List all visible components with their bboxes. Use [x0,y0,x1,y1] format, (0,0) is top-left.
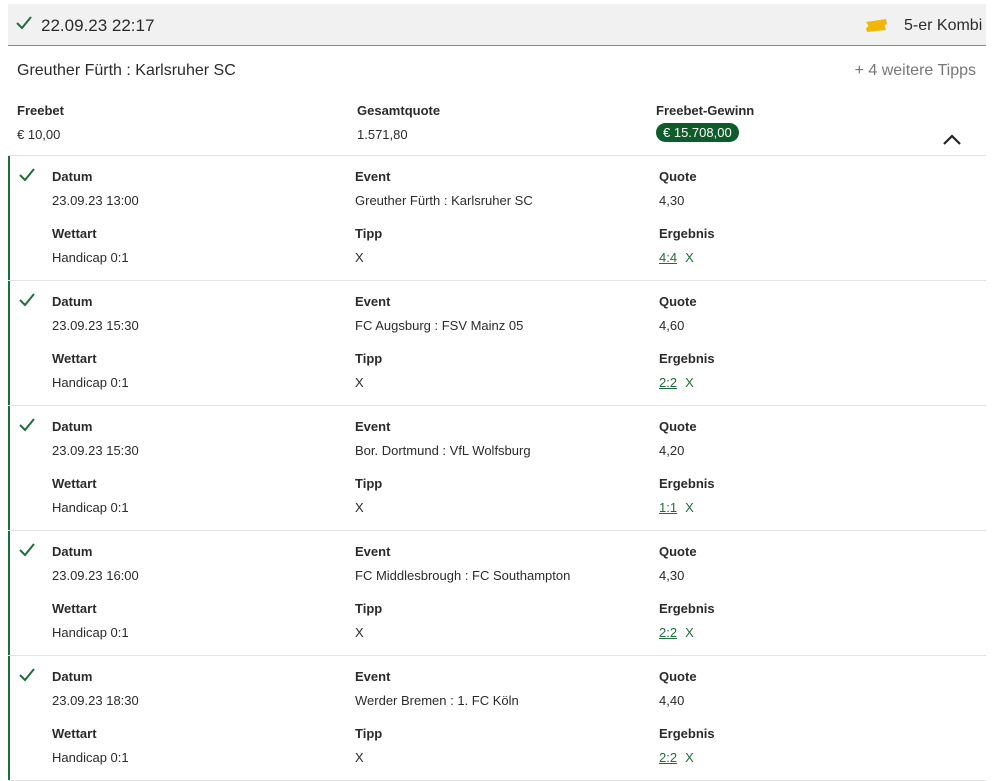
datum-value: 23.09.23 16:00 [52,568,139,583]
gesamtquote-label: Gesamtquote [357,103,441,118]
score-link[interactable]: 2:2 [659,625,677,640]
result-tipp: X [685,625,694,640]
quote-label: Quote [659,169,697,184]
tipp-label: Tipp [355,226,383,241]
tipp-value: X [355,500,364,515]
ergebnis-label: Ergebnis [659,476,715,491]
check-icon [19,293,35,307]
event-value: Werder Bremen : 1. FC Köln [355,693,519,708]
bet-row: Datum 23.09.23 15:30 Event Bor. Dortmund… [8,406,986,531]
more-tips-link[interactable]: + 4 weitere Tipps [855,62,976,80]
wettart-label: Wettart [52,351,97,366]
event-label: Event [355,169,391,184]
tipp-label: Tipp [355,601,383,616]
wettart-value: Handicap 0:1 [52,375,129,390]
quote-value: 4,30 [659,193,685,208]
wettart-value: Handicap 0:1 [52,625,129,640]
ergebnis-label: Ergebnis [659,351,715,366]
bet-summary: Greuther Fürth : Karlsruher SC + 4 weite… [8,46,986,156]
event-value: Bor. Dortmund : VfL Wolfsburg [355,443,531,458]
bet-slip: 22.09.23 22:17 5-er Kombi Greuther Fürth… [8,4,986,781]
bet-list: Datum 23.09.23 13:00 Event Greuther Fürt… [8,156,986,781]
event-value: FC Middlesbrough : FC Southampton [355,568,571,583]
ergebnis-value: 2:2 X [659,375,694,390]
result-tipp: X [685,250,694,265]
gewinn-badge: € 15.708,00 [656,123,739,142]
quote-label: Quote [659,669,697,684]
check-icon [19,543,35,557]
datum-value: 23.09.23 18:30 [52,693,139,708]
gewinn-label: Freebet-Gewinn [656,103,755,118]
result-tipp: X [685,750,694,765]
ergebnis-value: 1:1 X [659,500,694,515]
quote-label: Quote [659,419,697,434]
event-label: Event [355,669,391,684]
quote-label: Quote [659,294,697,309]
wettart-value: Handicap 0:1 [52,250,129,265]
ergebnis-value: 2:2 X [659,750,694,765]
tipp-label: Tipp [355,476,383,491]
quote-value: 4,60 [659,318,685,333]
check-icon [19,418,35,432]
score-link[interactable]: 2:2 [659,375,677,390]
result-tipp: X [685,500,694,515]
score-link[interactable]: 1:1 [659,500,677,515]
bet-row: Datum 23.09.23 15:30 Event FC Augsburg :… [8,281,986,406]
tipp-value: X [355,750,364,765]
datum-label: Datum [52,544,93,559]
wettart-label: Wettart [52,601,97,616]
tipp-value: X [355,625,364,640]
freebet-label: Freebet [17,103,64,118]
ticket-icon [866,19,887,32]
ergebnis-value: 4:4 X [659,250,694,265]
event-label: Event [355,544,391,559]
tipp-label: Tipp [355,726,383,741]
wettart-label: Wettart [52,476,97,491]
score-link[interactable]: 4:4 [659,250,677,265]
datum-label: Datum [52,669,93,684]
check-icon [19,168,35,182]
ergebnis-value: 2:2 X [659,625,694,640]
datum-value: 23.09.23 13:00 [52,193,139,208]
bet-row: Datum 23.09.23 13:00 Event Greuther Fürt… [8,156,986,281]
quote-value: 4,30 [659,568,685,583]
kombi-label: 5-er Kombi [904,17,983,34]
tipp-label: Tipp [355,351,383,366]
wettart-label: Wettart [52,226,97,241]
ergebnis-label: Ergebnis [659,726,715,741]
datum-label: Datum [52,294,93,309]
quote-value: 4,20 [659,443,685,458]
quote-label: Quote [659,544,697,559]
freebet-value: € 10,00 [17,127,61,142]
datum-value: 23.09.23 15:30 [52,443,139,458]
event-label: Event [355,294,391,309]
bet-datetime: 22.09.23 22:17 [41,16,155,35]
bet-header[interactable]: 22.09.23 22:17 5-er Kombi [8,4,986,46]
wettart-label: Wettart [52,726,97,741]
event-value: FC Augsburg : FSV Mainz 05 [355,318,524,333]
check-icon [19,668,35,682]
summary-event-title: Greuther Fürth : Karlsruher SC [17,62,236,79]
ergebnis-label: Ergebnis [659,226,715,241]
chevron-up-icon[interactable] [942,134,962,146]
result-tipp: X [685,375,694,390]
tipp-value: X [355,250,364,265]
datum-label: Datum [52,419,93,434]
wettart-value: Handicap 0:1 [52,750,129,765]
gesamtquote-value: 1.571,80 [357,127,408,142]
event-value: Greuther Fürth : Karlsruher SC [355,193,533,208]
datum-value: 23.09.23 15:30 [52,318,139,333]
tipp-value: X [355,375,364,390]
check-icon [16,16,32,30]
datum-label: Datum [52,169,93,184]
wettart-value: Handicap 0:1 [52,500,129,515]
ergebnis-label: Ergebnis [659,601,715,616]
event-label: Event [355,419,391,434]
bet-row: Datum 23.09.23 18:30 Event Werder Bremen… [8,656,986,781]
quote-value: 4,40 [659,693,685,708]
bet-row: Datum 23.09.23 16:00 Event FC Middlesbro… [8,531,986,656]
score-link[interactable]: 2:2 [659,750,677,765]
